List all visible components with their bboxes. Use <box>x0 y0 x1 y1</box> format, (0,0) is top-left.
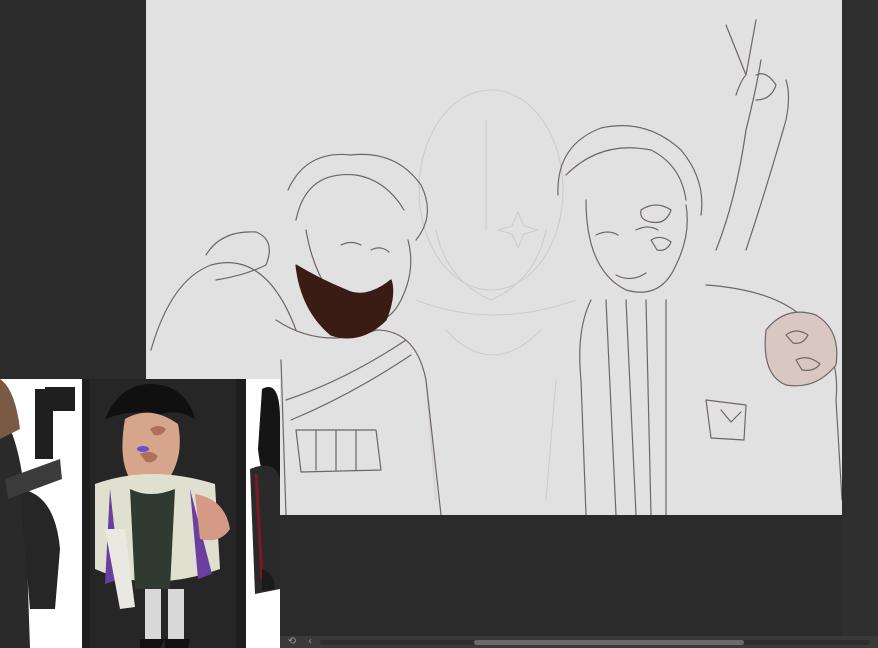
right-panel-strip <box>842 0 878 636</box>
chevron-left-icon[interactable]: ‹ <box>304 636 316 648</box>
horizontal-scrollbar[interactable] <box>320 640 870 645</box>
rotate-icon[interactable]: ⟲ <box>286 636 298 648</box>
reference-image <box>0 379 280 648</box>
status-bar: ⟲ ‹ <box>280 636 878 648</box>
scrollbar-thumb[interactable] <box>474 640 744 645</box>
reference-image-panel[interactable] <box>0 379 280 648</box>
